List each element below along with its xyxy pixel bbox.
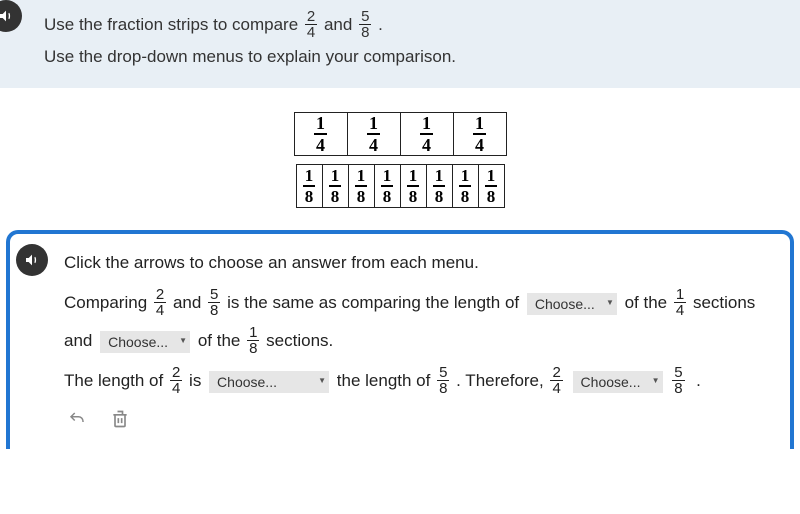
speaker-icon — [24, 252, 40, 268]
strip-cell-8: 18 — [348, 164, 375, 208]
dropdown-2[interactable]: Choose... — [100, 331, 190, 353]
resp-frac-a3: 24 — [550, 365, 562, 396]
resp-t13: . — [691, 371, 700, 390]
prompt-banner: Use the fraction strips to compare 2 4 a… — [0, 0, 800, 88]
resp-t10: the length of — [337, 371, 435, 390]
resp-t11: . Therefore, — [456, 371, 548, 390]
prompt-text-1a: Use the fraction strips to compare — [44, 15, 303, 34]
strip-cell-8: 18 — [400, 164, 427, 208]
strip-cell-8: 18 — [426, 164, 453, 208]
resp-frac-a1: 24 — [154, 287, 166, 318]
strip-eighths: 1818181818181818 — [296, 164, 505, 208]
trash-icon — [110, 408, 130, 430]
strip-cell-4: 14 — [294, 112, 348, 156]
delete-button[interactable] — [108, 406, 132, 435]
resp-frac-q8: 18 — [247, 325, 259, 356]
resp-frac-b1: 58 — [208, 287, 220, 318]
strip-cell-8: 18 — [478, 164, 505, 208]
strip-cell-8: 18 — [374, 164, 401, 208]
strip-cell-8: 18 — [322, 164, 349, 208]
strip-cell-4: 14 — [347, 112, 401, 156]
resp-t3: is the same as comparing the length of — [227, 293, 524, 312]
audio-button-prompt[interactable] — [0, 0, 22, 32]
dropdown-3[interactable]: Choose... — [209, 371, 329, 393]
strip-cell-4: 14 — [453, 112, 507, 156]
prompt-frac-2: 5 8 — [359, 9, 371, 40]
strip-cell-8: 18 — [452, 164, 479, 208]
dropdown-1[interactable]: Choose... — [527, 293, 617, 315]
undo-icon — [66, 410, 88, 428]
undo-button[interactable] — [64, 408, 90, 433]
resp-t1: Comparing — [64, 293, 152, 312]
prompt-text-2: Use the drop-down menus to explain your … — [44, 43, 782, 70]
resp-frac-b2: 58 — [437, 365, 449, 396]
resp-frac-a2: 24 — [170, 365, 182, 396]
resp-t2: and — [173, 293, 206, 312]
resp-t8: The length of — [64, 371, 168, 390]
resp-t9: is — [189, 371, 206, 390]
strip-cell-8: 18 — [296, 164, 323, 208]
audio-button-response[interactable] — [16, 244, 48, 276]
strip-fourths: 14141414 — [294, 112, 507, 156]
dropdown-4[interactable]: Choose... — [573, 371, 663, 393]
strip-cell-4: 14 — [400, 112, 454, 156]
tool-row — [64, 406, 770, 435]
resp-t4: of the — [625, 293, 672, 312]
prompt-text-1c: . — [378, 15, 383, 34]
response-instruction: Click the arrows to choose an answer fro… — [64, 253, 479, 272]
fraction-strips: 14141414 1818181818181818 — [0, 88, 800, 230]
speaker-icon — [0, 8, 14, 24]
prompt-text-1b: and — [324, 15, 357, 34]
resp-t7: sections. — [266, 331, 333, 350]
response-card: Click the arrows to choose an answer fro… — [6, 230, 794, 449]
prompt-frac-1: 2 4 — [305, 9, 317, 40]
resp-t6: of the — [198, 331, 245, 350]
resp-frac-q4: 14 — [674, 287, 686, 318]
resp-frac-b3: 58 — [672, 365, 684, 396]
